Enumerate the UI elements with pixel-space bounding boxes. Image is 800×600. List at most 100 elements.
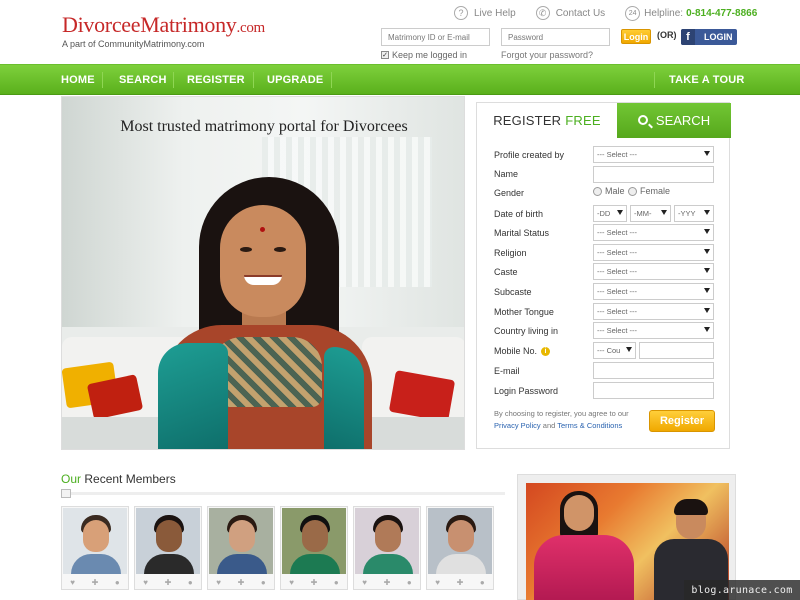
chat-icon[interactable]: ● (334, 578, 339, 587)
register-button[interactable]: Register (649, 410, 715, 432)
chat-icon[interactable]: ● (115, 578, 120, 587)
nav-search[interactable]: SEARCH (119, 65, 167, 94)
site-logo[interactable]: DivorceeMatrimony.com A part of Communit… (62, 12, 265, 49)
pin-icon[interactable]: ✚ (311, 578, 318, 587)
marital-status-select[interactable]: --- Select --- (593, 224, 714, 241)
country-select[interactable]: --- Select --- (593, 322, 714, 339)
hero-tagline: Most trusted matrimony portal for Divorc… (120, 118, 408, 135)
terms-text: By choosing to register, you agree to ou… (494, 408, 644, 432)
select-placeholder: --- Select --- (597, 307, 637, 316)
dob-month-value: -MM- (634, 209, 652, 218)
chevron-down-icon (704, 308, 710, 313)
pin-icon[interactable]: ✚ (238, 578, 245, 587)
privacy-policy-link[interactable]: Privacy Policy (494, 421, 541, 430)
terms-conditions-link[interactable]: Terms & Conditions (557, 421, 622, 430)
matrimony-id-placeholder: Matrimony ID or E-mail (388, 32, 470, 42)
heart-icon[interactable]: ♥ (435, 578, 440, 587)
nav-take-a-tour[interactable]: TAKE A TOUR (669, 65, 745, 94)
member-photo[interactable] (136, 508, 200, 574)
live-help-link[interactable]: ? Live Help (454, 6, 516, 20)
pin-icon[interactable]: ✚ (384, 578, 391, 587)
member-face (302, 520, 328, 552)
tab-search-label: SEARCH (655, 113, 711, 128)
terms-prefix: By choosing to register, you agree to ou… (494, 409, 629, 418)
chevron-down-icon (704, 288, 710, 293)
member-photo[interactable] (209, 508, 273, 574)
heart-icon[interactable]: ♥ (362, 578, 367, 587)
mobile-number-input[interactable] (639, 342, 714, 359)
caste-select[interactable]: --- Select --- (593, 263, 714, 280)
email-input[interactable] (593, 362, 714, 379)
clock-24-icon: 24 (625, 5, 641, 21)
mobile-country-code-select[interactable]: --- Cou (593, 342, 636, 359)
religion-select[interactable]: --- Select --- (593, 244, 714, 261)
member-card[interactable]: ♥ ✚ ● (207, 506, 275, 590)
search-icon (637, 114, 648, 125)
contact-us-link[interactable]: ✆ Contact Us (535, 6, 606, 20)
recent-members-scroll-handle[interactable] (61, 489, 71, 498)
matrimony-id-input[interactable]: Matrimony ID or E-mail (381, 28, 490, 46)
member-photo[interactable] (63, 508, 127, 574)
heart-icon[interactable]: ♥ (216, 578, 221, 587)
pin-icon[interactable]: ✚ (165, 578, 172, 587)
member-card[interactable]: ♥ ✚ ● (353, 506, 421, 590)
story-woman-face (564, 495, 594, 531)
heart-icon[interactable]: ♥ (143, 578, 148, 587)
recent-members-scrollbar-track[interactable] (61, 492, 505, 495)
nav-register[interactable]: REGISTER (187, 65, 245, 94)
nav-home[interactable]: HOME (61, 65, 95, 94)
heart-icon[interactable]: ♥ (70, 578, 75, 587)
tab-register-free[interactable]: REGISTER FREE (477, 103, 617, 138)
tab-search[interactable]: SEARCH (617, 103, 731, 138)
facebook-icon: f (681, 29, 695, 45)
gender-male-label: Male (605, 186, 625, 196)
chat-icon[interactable]: ● (407, 578, 412, 587)
gender-female-radio[interactable]: Female (628, 186, 670, 196)
dob-day-select[interactable]: -DD (593, 205, 627, 222)
gender-male-radio[interactable]: Male (593, 186, 625, 196)
member-photo[interactable] (282, 508, 346, 574)
forgot-password-link[interactable]: Forgot your password? (501, 50, 593, 60)
contact-us-label: Contact Us (555, 7, 606, 19)
nav-separator (102, 72, 103, 88)
pin-icon[interactable]: ✚ (92, 578, 99, 587)
chat-icon[interactable]: ● (188, 578, 193, 587)
logo-text: DivorceeMatrimony.com (62, 12, 265, 38)
logo-dotcom: .com (236, 20, 266, 36)
keep-logged-in[interactable]: ✓ Keep me logged in (381, 50, 467, 60)
label-dob: Date of birth (494, 209, 544, 219)
nav-separator (331, 72, 332, 88)
member-card[interactable]: ♥ ✚ ● (426, 506, 494, 590)
pin-icon[interactable]: ✚ (457, 578, 464, 587)
login-password-input[interactable] (593, 382, 714, 399)
member-card[interactable]: ♥ ✚ ● (280, 506, 348, 590)
profile-created-by-select[interactable]: --- Select --- (593, 146, 714, 163)
member-photo[interactable] (428, 508, 492, 574)
chat-icon[interactable]: ● (261, 578, 266, 587)
member-card[interactable]: ♥ ✚ ● (61, 506, 129, 590)
facebook-login-button[interactable]: f LOGIN (681, 29, 737, 45)
login-button[interactable]: Login (621, 29, 651, 44)
logo-subtitle: A part of CommunityMatrimony.com (62, 39, 205, 49)
dob-year-select[interactable]: -YYY (674, 205, 714, 222)
chevron-down-icon (704, 229, 710, 234)
dob-year-value: -YYY (678, 209, 696, 218)
subcaste-select[interactable]: --- Select --- (593, 283, 714, 300)
member-face (375, 520, 401, 552)
member-card[interactable]: ♥ ✚ ● (134, 506, 202, 590)
nav-upgrade[interactable]: UPGRADE (267, 65, 323, 94)
keep-logged-in-checkbox[interactable]: ✓ (381, 51, 389, 59)
label-gender: Gender (494, 188, 525, 198)
helpline-label: Helpline: (644, 7, 684, 19)
chat-icon[interactable]: ● (480, 578, 485, 587)
logo-main-text: DivorceeMatrimony (62, 12, 237, 37)
heart-icon[interactable]: ♥ (289, 578, 294, 587)
recent-members-title: Our Recent Members (61, 472, 176, 486)
name-input[interactable] (593, 166, 714, 183)
helpline-number: 0-814-477-8866 (686, 7, 758, 19)
info-icon[interactable]: i (541, 346, 551, 356)
password-input[interactable]: Password (501, 28, 610, 46)
dob-month-select[interactable]: -MM- (630, 205, 671, 222)
mother-tongue-select[interactable]: --- Select --- (593, 303, 714, 320)
member-photo[interactable] (355, 508, 419, 574)
